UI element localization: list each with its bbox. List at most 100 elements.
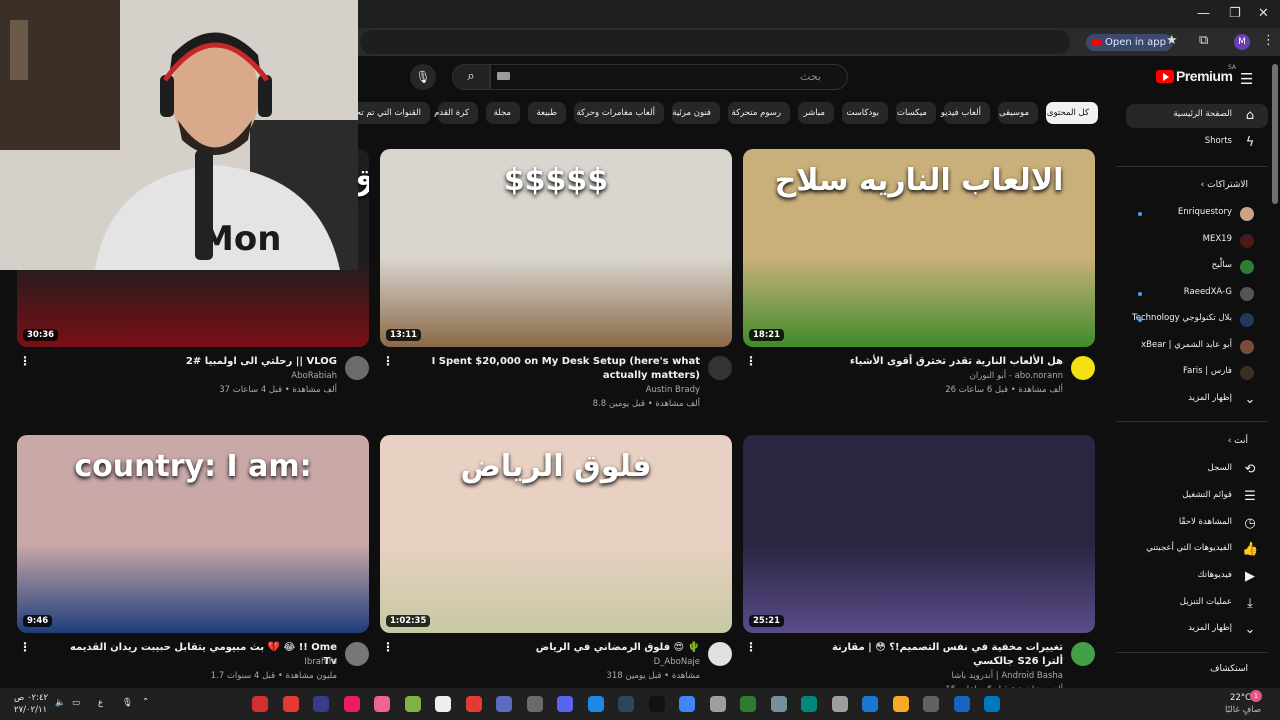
subscription-item[interactable]: RaeedXA-G (1126, 282, 1268, 306)
sidebar-item-watch-later[interactable]: المشاهدة لاحقًا ◷ (1126, 512, 1268, 536)
sidebar-item-shorts[interactable]: Shorts ϟ (1126, 131, 1268, 155)
chip-5[interactable]: مباشر (798, 102, 834, 124)
oneshot-icon[interactable] (496, 696, 512, 712)
extensions-icon[interactable]: ⧉ (1199, 33, 1208, 48)
steam-icon[interactable] (618, 696, 634, 712)
channel-avatar[interactable] (345, 642, 369, 666)
restore-icon[interactable]: ❐ (1229, 6, 1241, 21)
page-scrollbar[interactable] (1272, 64, 1278, 204)
obs-studio-icon[interactable] (526, 696, 543, 712)
profile-avatar[interactable]: M (1234, 34, 1250, 50)
subscription-item[interactable]: سالْيح (1126, 255, 1268, 279)
video-thumbnail[interactable]: فلوق الرياض 1:02:35 (380, 435, 732, 633)
video-title[interactable]: تغييرات مخفية في نفس التصميم!؟ 😳 | مقارن… (793, 641, 1063, 669)
chip-9[interactable]: طبيعة (528, 102, 566, 124)
keyboard-icon[interactable] (497, 72, 510, 80)
channel-name[interactable]: D_AboNaje (430, 657, 700, 667)
calculator-icon[interactable] (770, 696, 787, 712)
subscriptions-heading[interactable]: الاشتراكات › (1201, 180, 1248, 190)
channel-name[interactable]: أندرويد باشا | Android Basha (793, 671, 1063, 681)
minimize-icon[interactable]: — (1197, 6, 1210, 21)
video-title[interactable]: فلوق الرمضاني في الرياض 😍 🌵 (430, 641, 700, 655)
channel-avatar[interactable] (708, 642, 732, 666)
sidebar-item-history[interactable]: السجل ⟲ (1126, 458, 1268, 482)
opera-icon[interactable] (465, 696, 482, 712)
chip-2[interactable]: ألعاب فيديو (941, 102, 990, 124)
subscription-item[interactable]: Enriquestory (1126, 202, 1268, 226)
clock-date[interactable]: ٢٧/٠٢/١١ (14, 705, 47, 715)
subscription-item[interactable]: بلال تكنولوجي Technology (1126, 308, 1268, 332)
more-options-icon[interactable]: ⋮ (19, 354, 31, 368)
video-thumbnail[interactable]: country: I am: 9:46 (17, 435, 369, 633)
youtube-premium-logo[interactable]: Premium SA (1156, 64, 1236, 86)
channel-avatar[interactable] (345, 356, 369, 380)
video-title[interactable]: هل الألعاب النارية تقدر تخترق أقوى الأشي… (793, 355, 1063, 369)
network-icon[interactable]: ▭ (72, 698, 80, 708)
xbox-icon[interactable] (740, 696, 756, 712)
more-options-icon[interactable]: ⋮ (19, 640, 31, 654)
chip-1[interactable]: موسيقى (998, 102, 1038, 124)
bolt-icon[interactable] (587, 696, 604, 712)
taskview-icon[interactable] (923, 696, 939, 712)
search-input[interactable]: بحث (490, 64, 848, 90)
more-options-icon[interactable]: ⋮ (382, 640, 394, 654)
weather-temperature[interactable]: 22°C (1230, 693, 1251, 703)
start-icon[interactable] (984, 696, 1000, 712)
more-options-icon[interactable]: ⋮ (745, 354, 757, 368)
file-explorer-icon[interactable] (892, 696, 909, 712)
video-thumbnail[interactable]: $$$$$ 13:11 (380, 149, 732, 347)
subscriptions-show-more[interactable]: إظهار المزيد ⌄ (1126, 388, 1268, 412)
open-in-app-button[interactable]: Open in app (1086, 34, 1174, 51)
voice-search-button[interactable]: 🎙 (410, 64, 436, 90)
chrome-icon[interactable] (679, 696, 695, 712)
whatsapp-icon[interactable] (801, 696, 817, 712)
channel-name[interactable]: Austin Brady (430, 385, 700, 395)
video-thumbnail[interactable]: الالعاب الناريه سلاح 18:21 (743, 149, 1095, 347)
video-thumbnail[interactable]: 25:21 (743, 435, 1095, 633)
search-button[interactable]: ⌕ (452, 64, 490, 90)
obs-icon[interactable] (343, 696, 360, 712)
you-heading[interactable]: أنت › (1228, 436, 1248, 446)
sidebar-item-playlists[interactable]: قوائم التشغيل ☰ (1126, 485, 1268, 509)
hamburger-menu-icon[interactable]: ☰ (1240, 70, 1253, 88)
chip-12[interactable]: القنوات التي تم تحميلها مؤخرًا (358, 102, 430, 124)
address-field[interactable] (360, 30, 1070, 54)
mic-tray-icon[interactable]: 🎙 (122, 698, 133, 708)
sidebar-item-your-videos[interactable]: فيديوهاتك ▶ (1126, 565, 1268, 589)
settings-icon[interactable] (709, 696, 726, 712)
bookmark-star-icon[interactable]: ★ (1166, 33, 1178, 48)
safari-icon[interactable] (831, 696, 848, 712)
sidebar-item-like[interactable]: الفيديوهات التي أعجبتني 👍 (1126, 538, 1268, 562)
channel-avatar[interactable] (1071, 356, 1095, 380)
more-options-icon[interactable]: ⋮ (382, 354, 394, 368)
video-title[interactable]: رحلتي الى اولمبيا #2 || VLOG (67, 355, 337, 369)
language-indicator[interactable]: ع (98, 698, 103, 708)
chip-10[interactable]: مجلة (486, 102, 520, 124)
sidebar-item-home[interactable]: الصفحة الرئيسية ⌂ (1126, 104, 1268, 128)
davinci-icon[interactable] (313, 696, 329, 712)
clock-time[interactable]: ٠٢:٤٢ ص (14, 693, 48, 703)
subscription-item[interactable]: فارس | Faris (1126, 361, 1268, 385)
browser-menu-icon[interactable]: ⋮ (1262, 33, 1275, 48)
anydesk-icon[interactable] (252, 696, 268, 712)
discord-icon[interactable] (557, 696, 573, 712)
chip-4[interactable]: بودكاست (842, 102, 888, 124)
channel-name[interactable]: Ibrahim (67, 657, 337, 667)
git-icon[interactable] (404, 696, 421, 712)
chip-3[interactable]: ميكسات (896, 102, 936, 124)
subscription-item[interactable]: MEX19 (1126, 229, 1268, 253)
tiktok-icon[interactable] (648, 696, 665, 712)
video-title[interactable]: I Spent $20,000 on My Desk Setup (here's… (430, 355, 700, 383)
vpn-icon[interactable] (282, 696, 299, 712)
geforce-icon[interactable] (862, 696, 878, 712)
subscription-item[interactable]: أبو عابد الشمري | xBear (1126, 335, 1268, 359)
speaker-icon[interactable]: 🔈 (55, 698, 66, 708)
channel-avatar[interactable] (708, 356, 732, 380)
more-options-icon[interactable]: ⋮ (745, 640, 757, 654)
you-show-more[interactable]: إظهار المزيد ⌄ (1126, 618, 1268, 642)
channel-name[interactable]: AboRabiah (67, 371, 337, 381)
itunes-icon[interactable] (374, 696, 390, 712)
sidebar-item-download[interactable]: عمليات التنزيل ⤓ (1126, 592, 1268, 616)
capcut-icon[interactable] (435, 696, 451, 712)
chip-8[interactable]: ألعاب مغامرات وحركة (574, 102, 664, 124)
